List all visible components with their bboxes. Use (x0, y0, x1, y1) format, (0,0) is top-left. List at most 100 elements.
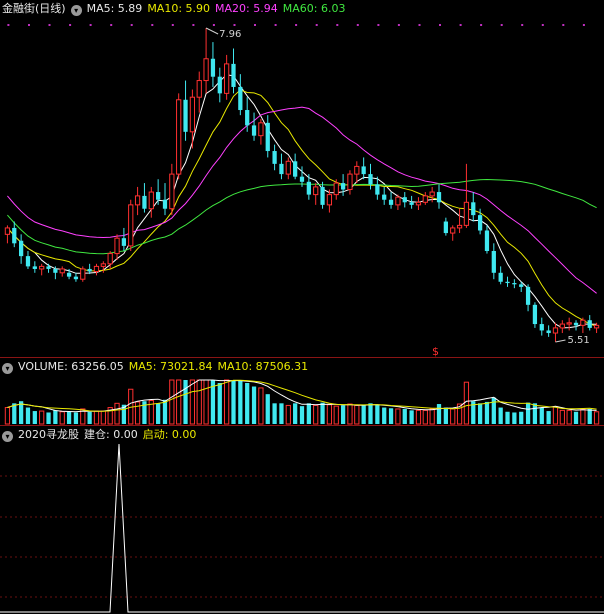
volume-bar (176, 379, 182, 425)
candle (347, 170, 353, 195)
top-marker-dot (541, 24, 544, 26)
indicator-chart[interactable] (0, 426, 604, 614)
candle (80, 266, 86, 282)
candle (251, 112, 257, 141)
volume-bar (409, 410, 414, 424)
candle (559, 320, 565, 334)
candle (25, 251, 31, 269)
candle (258, 118, 264, 145)
top-marker-dot (233, 24, 236, 26)
candle (183, 80, 188, 141)
volume-bar (196, 379, 202, 425)
candle (552, 322, 559, 342)
volume-bar (306, 403, 311, 424)
high-price-label: 7.96 (219, 29, 241, 40)
candle (354, 161, 360, 184)
ma10-line (7, 89, 597, 327)
chevron-down-icon[interactable]: ▾ (2, 363, 13, 374)
candle (415, 197, 422, 210)
candle (121, 227, 127, 252)
volume-panel[interactable]: ▾ VOLUME: 63256.05 MA5: 73021.84 MA10: 8750… (0, 358, 604, 426)
top-marker-dot (89, 24, 92, 26)
candle (19, 234, 24, 264)
volume-legend: VOLUME: 63256.05 (18, 360, 124, 373)
candle (505, 276, 510, 287)
volume-bar (12, 403, 17, 424)
volume-bar (333, 405, 339, 425)
chevron-down-icon[interactable]: ▾ (2, 431, 13, 442)
volume-bar (382, 407, 387, 424)
candle (134, 186, 141, 216)
price-header: 金融街(日线) ▾ MA5: 5.89 MA10: 5.90 MA20: 5.94 MA6… (2, 2, 350, 16)
volume-bar (217, 382, 222, 424)
volume-bar (505, 411, 510, 424)
volume-bar (580, 408, 586, 425)
volume-bar (265, 394, 270, 424)
candle (320, 181, 325, 209)
candle (142, 183, 147, 213)
indicator-panel[interactable]: ▾ 2020寻龙股 建仓: 0.00 启动: 0.00 (0, 426, 604, 614)
candle (313, 183, 319, 205)
candle (285, 157, 291, 180)
candle (32, 261, 37, 273)
candle (176, 93, 182, 180)
volume-bar (512, 412, 517, 424)
candle (231, 48, 236, 94)
volume-bar (59, 411, 65, 425)
candle (224, 54, 230, 100)
volume-bar (279, 403, 284, 424)
ma20-legend: MA20: 5.94 (215, 2, 278, 15)
volume-bar (156, 403, 161, 424)
candle (573, 320, 579, 331)
top-marker-dot (336, 24, 339, 26)
volume-bar (203, 379, 209, 425)
volume-bar (498, 407, 503, 424)
volume-bar (258, 387, 264, 425)
top-marker-dot (28, 24, 30, 26)
volume-bar (4, 407, 11, 425)
ma5-line (7, 74, 597, 329)
candle (566, 317, 572, 331)
candle (59, 266, 65, 277)
volume-bar (25, 407, 31, 424)
volume-bar (422, 409, 428, 425)
vol-ma5-legend: MA5: 73021.84 (128, 360, 213, 373)
chevron-down-icon[interactable]: ▾ (70, 5, 82, 16)
top-marker-dot (192, 24, 195, 26)
volume-bar (354, 404, 360, 425)
candle (4, 225, 11, 244)
candle (189, 89, 196, 149)
candle (484, 225, 490, 254)
volume-bar (46, 412, 51, 424)
ma10-legend: MA10: 5.90 (147, 2, 211, 15)
candle (293, 153, 298, 180)
candle (279, 153, 284, 180)
candle (402, 192, 407, 208)
volume-bar (32, 411, 37, 424)
price-chart[interactable]: 7.965.51$ (0, 0, 604, 358)
volume-bar (395, 408, 401, 425)
candle (12, 221, 17, 248)
volume-bar (361, 405, 366, 424)
volume-header: ▾ VOLUME: 63256.05 MA5: 73021.84 MA10: 8750… (2, 360, 313, 374)
volume-bar (525, 402, 531, 424)
top-marker-dot (130, 24, 133, 26)
volume-bar (347, 403, 353, 425)
top-marker-dot (356, 24, 359, 26)
top-marker-dot (7, 24, 10, 26)
volume-bar (587, 408, 592, 424)
top-marker-dot (274, 24, 277, 26)
candle (156, 179, 161, 205)
price-panel[interactable]: 7.96 5.51 $ 金融街(日线) ▾ MA5: 5.89 MA10: 5.90 MA2… (0, 0, 604, 358)
candle (382, 186, 387, 205)
volume-bar (443, 407, 448, 424)
top-marker-dot (171, 24, 174, 26)
ma60-legend: MA60: 6.03 (282, 2, 346, 15)
candle (532, 302, 538, 328)
candle (456, 208, 463, 234)
top-marker-dot (582, 24, 585, 26)
candle (422, 192, 428, 205)
ma5-legend: MA5: 5.89 (86, 2, 143, 15)
volume-bar (93, 410, 100, 425)
top-marker-dot (480, 24, 483, 26)
